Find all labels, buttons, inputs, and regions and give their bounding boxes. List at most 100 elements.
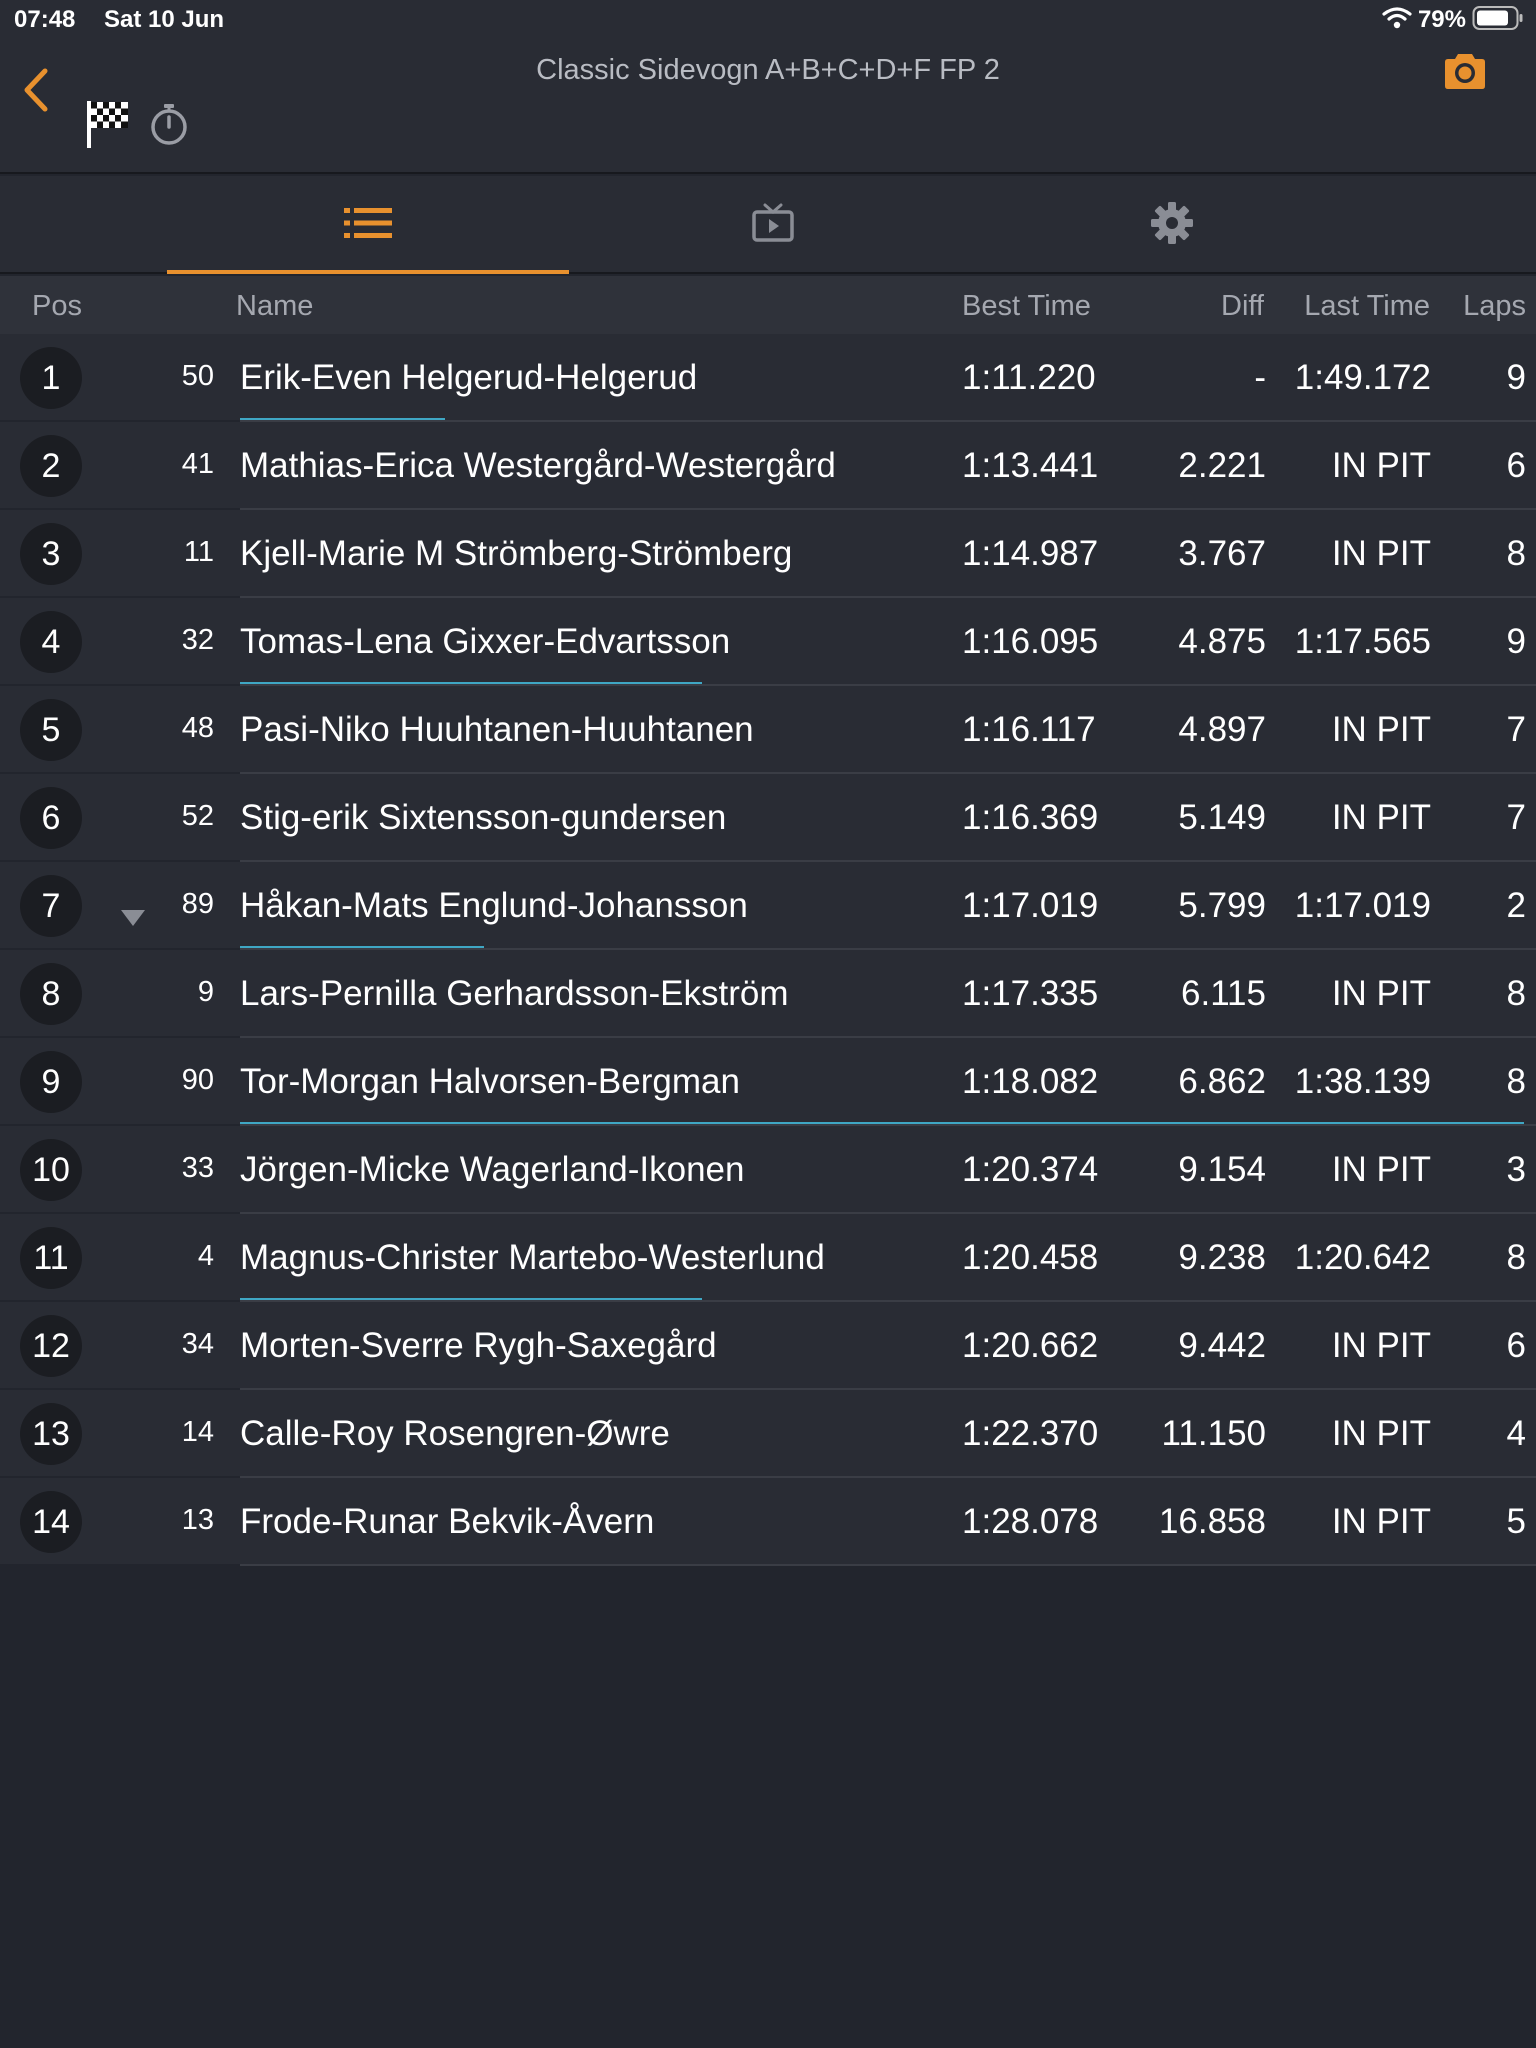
diff-time: 9.238: [1178, 1238, 1266, 1277]
status-time: 07:48: [14, 6, 76, 33]
lap-count: 6: [1506, 446, 1526, 485]
diff-time: 9.442: [1178, 1326, 1266, 1365]
best-time: 1:17.019: [962, 886, 1099, 925]
diff-time: 6.862: [1178, 1062, 1266, 1101]
checkered-flag-icon[interactable]: [84, 98, 130, 155]
tab-settings[interactable]: [971, 176, 1373, 274]
diff-time: 3.767: [1178, 534, 1266, 573]
table-row[interactable]: 14 13 Frode-Runar Bekvik-Åvern 1:28.078 …: [0, 1478, 1536, 1566]
column-header-last-time[interactable]: Last Time: [1304, 290, 1430, 323]
best-time: 1:11.220: [962, 358, 1096, 397]
position-value: 13: [32, 1414, 70, 1453]
position-badge: 8: [20, 963, 82, 1025]
best-time: 1:14.987: [962, 534, 1099, 573]
table-row[interactable]: 12 34 Morten-Sverre Rygh-Saxegård 1:20.6…: [0, 1302, 1536, 1390]
last-time: IN PIT: [1331, 1502, 1431, 1541]
best-time: 1:20.458: [962, 1238, 1099, 1277]
competitor-name: Erik-Even Helgerud-Helgerud: [240, 358, 698, 397]
competitor-name: Tomas-Lena Gixxer-Edvartsson: [240, 622, 731, 661]
diff-time: 5.799: [1178, 886, 1266, 925]
lap-count: 2: [1506, 886, 1526, 925]
position-badge: 11: [20, 1227, 82, 1289]
status-indicators: 79%: [1382, 5, 1524, 35]
competitor-name: Stig-erik Sixtensson-gundersen: [240, 798, 727, 837]
competitor-number: 41: [181, 448, 214, 480]
wifi-icon: [1382, 6, 1412, 35]
table-row[interactable]: 2 41 Mathias-Erica Westergård-Westergård…: [0, 422, 1536, 510]
table-row[interactable]: 10 33 Jörgen-Micke Wagerland-Ikonen 1:20…: [0, 1126, 1536, 1214]
best-time: 1:13.441: [962, 446, 1099, 485]
competitor-name: Morten-Sverre Rygh-Saxegård: [240, 1326, 717, 1365]
lap-count: 6: [1506, 1326, 1526, 1365]
position-badge: 9: [20, 1051, 82, 1113]
position-badge: 4: [20, 611, 82, 673]
position-value: 12: [32, 1326, 70, 1365]
position-value: 11: [33, 1238, 69, 1277]
table-row[interactable]: 1 50 Erik-Even Helgerud-Helgerud 1:11.22…: [0, 334, 1536, 422]
table-row[interactable]: 9 90 Tor-Morgan Halvorsen-Bergman 1:18.0…: [0, 1038, 1536, 1126]
last-time: 1:20.642: [1294, 1238, 1431, 1277]
tab-live-video[interactable]: [572, 176, 974, 274]
diff-time: 4.875: [1178, 622, 1266, 661]
stopwatch-icon[interactable]: [148, 102, 190, 151]
best-time: 1:22.370: [962, 1414, 1099, 1453]
competitor-name: Frode-Runar Bekvik-Åvern: [240, 1502, 655, 1541]
gear-icon: [1149, 200, 1195, 251]
competitor-number: 34: [181, 1328, 214, 1360]
table-row[interactable]: 7 89 Håkan-Mats Englund-Johansson 1:17.0…: [0, 862, 1536, 950]
position-badge: 3: [20, 523, 82, 585]
column-header-name[interactable]: Name: [236, 290, 313, 323]
lap-progress-line: [240, 1298, 702, 1300]
list-icon: [342, 205, 394, 246]
table-row[interactable]: 8 9 Lars-Pernilla Gerhardsson-Ekström 1:…: [0, 950, 1536, 1038]
lap-count: 8: [1506, 1062, 1526, 1101]
last-time: IN PIT: [1331, 446, 1431, 485]
position-value: 10: [32, 1150, 70, 1189]
last-time: 1:38.139: [1294, 1062, 1431, 1101]
position-badge: 7: [20, 875, 82, 937]
competitor-number: 13: [181, 1504, 214, 1536]
last-time: IN PIT: [1331, 1414, 1431, 1453]
position-value: 7: [41, 886, 61, 925]
lap-count: 7: [1506, 798, 1526, 837]
table-row[interactable]: 5 48 Pasi-Niko Huuhtanen-Huuhtanen 1:16.…: [0, 686, 1536, 774]
position-badge: 1: [20, 347, 82, 409]
lap-progress-line: [240, 418, 445, 420]
lap-count: 8: [1506, 974, 1526, 1013]
column-header-diff[interactable]: Diff: [1221, 290, 1264, 323]
position-down-icon: [120, 896, 146, 936]
competitor-name: Calle-Roy Rosengren-Øwre: [240, 1414, 670, 1453]
results-table: 1 50 Erik-Even Helgerud-Helgerud 1:11.22…: [0, 334, 1536, 1566]
table-row[interactable]: 6 52 Stig-erik Sixtensson-gundersen 1:16…: [0, 774, 1536, 862]
table-row[interactable]: 3 11 Kjell-Marie M Strömberg-Strömberg 1…: [0, 510, 1536, 598]
best-time: 1:16.369: [962, 798, 1099, 837]
competitor-name: Magnus-Christer Martebo-Westerlund: [240, 1238, 825, 1277]
best-time: 1:16.117: [962, 710, 1096, 749]
lap-progress-line: [240, 682, 702, 684]
table-row[interactable]: 4 32 Tomas-Lena Gixxer-Edvartsson 1:16.0…: [0, 598, 1536, 686]
last-time: IN PIT: [1331, 710, 1431, 749]
position-badge: 2: [20, 435, 82, 497]
last-time: IN PIT: [1331, 1150, 1431, 1189]
lap-count: 4: [1506, 1414, 1526, 1453]
position-value: 2: [41, 446, 61, 485]
tab-results-list[interactable]: [167, 176, 569, 274]
competitor-name: Mathias-Erica Westergård-Westergård: [240, 446, 836, 485]
competitor-number: 89: [181, 888, 214, 920]
column-header-best-time[interactable]: Best Time: [962, 290, 1091, 323]
competitor-number: 32: [181, 624, 214, 656]
diff-time: 5.149: [1178, 798, 1266, 837]
last-time: 1:17.565: [1294, 622, 1431, 661]
results-table-header: Pos Name Best Time Diff Last Time Laps: [0, 276, 1536, 334]
column-header-pos[interactable]: Pos: [32, 290, 82, 323]
table-row[interactable]: 11 4 Magnus-Christer Martebo-Westerlund …: [0, 1214, 1536, 1302]
position-badge: 12: [20, 1315, 82, 1377]
column-header-laps[interactable]: Laps: [1463, 290, 1526, 323]
battery-percent: 79%: [1417, 6, 1466, 33]
position-badge: 13: [20, 1403, 82, 1465]
last-time: IN PIT: [1331, 974, 1431, 1013]
camera-button[interactable]: [1441, 50, 1489, 99]
best-time: 1:20.662: [962, 1326, 1099, 1365]
position-value: 8: [41, 974, 61, 1013]
table-row[interactable]: 13 14 Calle-Roy Rosengren-Øwre 1:22.370 …: [0, 1390, 1536, 1478]
